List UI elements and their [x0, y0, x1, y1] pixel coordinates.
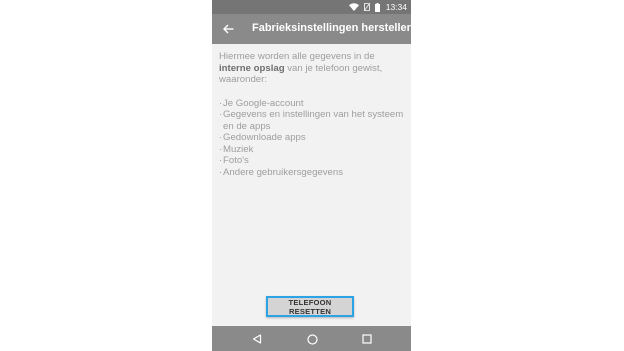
recents-square-icon: [362, 334, 372, 344]
intro-text-start: Hiermee worden alle gegevens in de: [219, 51, 375, 62]
nav-back-button[interactable]: [250, 332, 264, 346]
main-content: Hiermee worden alle gegevens in de inter…: [219, 51, 405, 178]
list-item: Je Google-account: [219, 98, 405, 110]
list-item: Gegevens en instellingen van het systeem…: [219, 109, 405, 132]
list-item: Gedownloade apps: [219, 132, 405, 144]
wifi-icon: [348, 3, 359, 11]
list-item: Andere gebruikersgegevens: [219, 167, 405, 179]
reset-phone-button[interactable]: TELEFOON RESETTEN: [266, 296, 354, 317]
navigation-bar: [212, 326, 411, 351]
status-icons: 13:34: [348, 1, 407, 13]
erased-data-list: Je Google-account Gegevens en instelling…: [219, 98, 405, 179]
arrow-back-icon: [222, 24, 233, 34]
back-triangle-icon: [252, 334, 262, 344]
list-item: Foto's: [219, 155, 405, 167]
back-arrow-button[interactable]: [220, 21, 236, 37]
nav-home-button[interactable]: [305, 332, 319, 346]
list-item: Muziek: [219, 144, 405, 156]
intro-text-bold: interne opslag: [219, 62, 285, 74]
status-bar: 13:34: [212, 0, 411, 14]
nav-recents-button[interactable]: [360, 332, 374, 346]
no-sim-icon: [363, 3, 370, 11]
phone-screen: 13:34 Fabrieksinstellingen herstellen Hi…: [212, 0, 411, 351]
intro-text: Hiermee worden alle gegevens in de inter…: [219, 51, 405, 86]
app-bar: Fabrieksinstellingen herstellen: [212, 14, 411, 44]
status-time: 13:34: [385, 2, 407, 12]
page-title: Fabrieksinstellingen herstellen: [252, 22, 411, 34]
battery-icon: [374, 2, 380, 12]
home-circle-icon: [306, 333, 318, 345]
